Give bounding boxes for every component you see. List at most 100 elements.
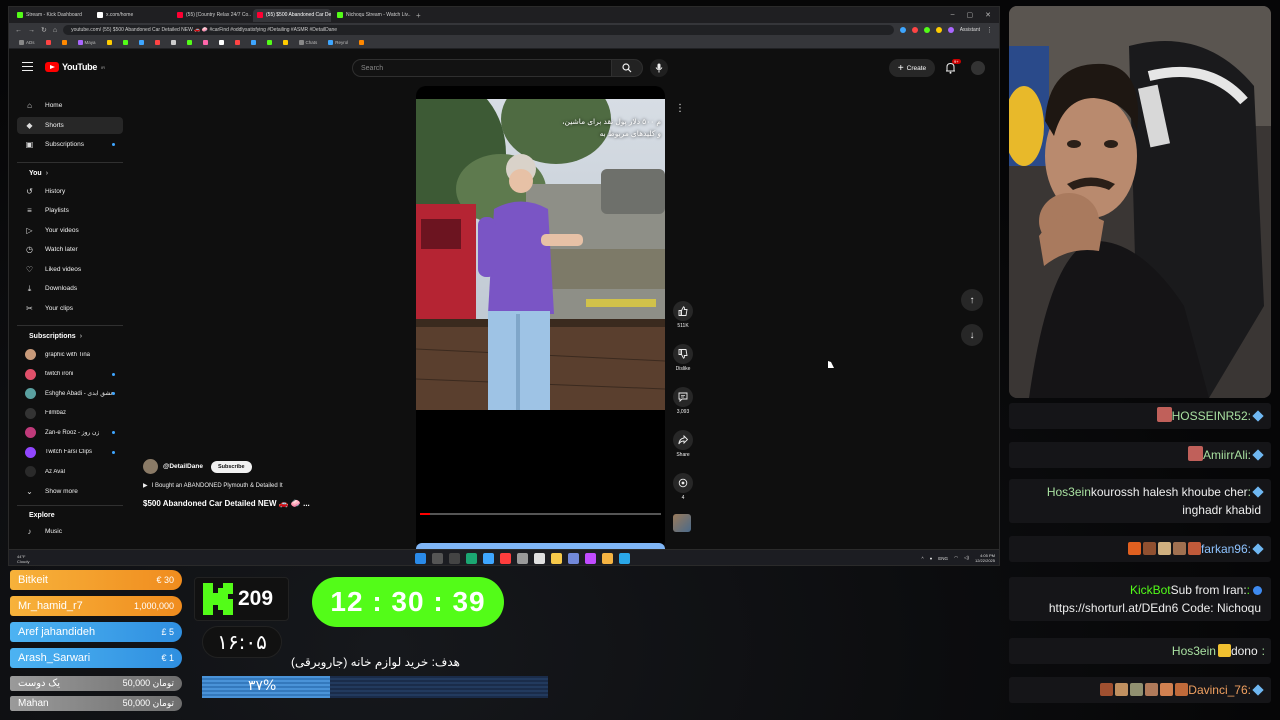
tray-chevron-icon[interactable]: ^: [921, 556, 923, 561]
sidebar-subscription[interactable]: Zan-e Rooz - زن روز: [17, 424, 123, 441]
sidebar-subscription[interactable]: twitch ironi: [17, 366, 123, 383]
sidebar-item-liked-videos[interactable]: ♡ Liked videos: [17, 261, 123, 278]
dislike-action[interactable]: Dislike: [671, 344, 695, 372]
app-icon[interactable]: [483, 553, 494, 564]
sidebar-item-watch-later[interactable]: ◷ Watch later: [17, 241, 123, 258]
youtube-logo[interactable]: YouTube IR: [45, 62, 105, 72]
sidebar-subscription[interactable]: Az Aval: [17, 463, 123, 480]
sidebar-subscription[interactable]: Filmbaz: [17, 405, 123, 422]
extension-icon[interactable]: [947, 27, 954, 33]
bookmark-item[interactable]: [122, 40, 128, 45]
more-options-icon[interactable]: ⋮: [675, 103, 685, 114]
chat-username[interactable]: :AmiirrAli: [1203, 448, 1251, 462]
share-action[interactable]: Share: [671, 430, 695, 458]
bookmark-item[interactable]: [61, 40, 67, 45]
sidebar-item-your-videos[interactable]: ▷ Your videos: [17, 222, 123, 239]
browser-tab[interactable]: Nichoqu Stream - Watch Liv...: [333, 9, 411, 22]
sidebar-item-home[interactable]: ⌂ Home: [17, 97, 123, 114]
bookmark-item[interactable]: [250, 40, 256, 45]
weather-widget[interactable]: 44°F Cloudy: [17, 554, 29, 564]
account-avatar[interactable]: [971, 61, 985, 75]
tray-app-icon[interactable]: ●: [930, 556, 933, 561]
bookmark-item[interactable]: [106, 40, 112, 45]
sidebar-item-shorts[interactable]: ◆ Shorts: [17, 116, 123, 134]
sidebar-subscription[interactable]: Twitch Farsi Clips: [17, 444, 123, 461]
share-button[interactable]: [673, 430, 693, 450]
search-input[interactable]: Search: [352, 59, 611, 77]
sidebar-subscription[interactable]: graphic with Tina: [17, 346, 123, 363]
chat-username[interactable]: :Davinci_76: [1188, 683, 1251, 697]
assistant-button[interactable]: Assistant: [960, 27, 980, 33]
create-button[interactable]: + Create: [889, 59, 935, 77]
folder-icon[interactable]: [602, 553, 613, 564]
remix-action[interactable]: 4: [671, 473, 695, 501]
comments-button[interactable]: [673, 387, 693, 407]
bookmark-item[interactable]: Reyrol: [328, 40, 348, 45]
channel-avatar[interactable]: [143, 459, 158, 474]
bookmark-item[interactable]: [154, 40, 160, 45]
bookmark-item[interactable]: [186, 40, 192, 45]
sidebar-you-heading[interactable]: You ›: [29, 170, 48, 177]
volume-icon[interactable]: ◁): [964, 555, 969, 561]
channel-handle[interactable]: @DetailDane: [163, 463, 203, 470]
sidebar-item-playlists[interactable]: ≡ Playlists: [17, 202, 123, 219]
like-button[interactable]: [673, 301, 693, 321]
subscribe-button[interactable]: Subscribe: [210, 460, 252, 473]
bookmark-item[interactable]: [266, 40, 272, 45]
discord-icon[interactable]: [568, 553, 579, 564]
home-icon[interactable]: ⌂: [53, 27, 57, 34]
chat-username[interactable]: :farkan96: [1201, 542, 1251, 556]
browser-tab[interactable]: (55) [Country Relax 24/7 Co...: [173, 9, 251, 22]
new-tab-button[interactable]: +: [416, 11, 421, 20]
app-icon[interactable]: [517, 553, 528, 564]
forward-icon[interactable]: →: [28, 27, 35, 34]
bookmark-item[interactable]: [282, 40, 288, 45]
sidebar-item-downloads[interactable]: ⤓ Downloads: [17, 280, 123, 297]
bookmark-item[interactable]: [218, 40, 224, 45]
sidebar-item-history[interactable]: ↺ History: [17, 183, 123, 200]
like-action[interactable]: 511K: [671, 301, 695, 329]
remix-button[interactable]: [673, 473, 693, 493]
voice-search-button[interactable]: [650, 59, 668, 77]
dislike-button[interactable]: [673, 344, 693, 364]
app-icon[interactable]: [534, 553, 545, 564]
browser-tab[interactable]: Stream - Kick Dashboard: [13, 9, 91, 22]
app-icon[interactable]: [449, 553, 460, 564]
sidebar-item-your-clips[interactable]: ✂ Your clips: [17, 300, 123, 317]
reload-icon[interactable]: ↻: [41, 26, 47, 34]
extension-icon[interactable]: [923, 27, 930, 33]
sidebar-item-music[interactable]: ♪ Music: [17, 523, 123, 540]
browser-tab[interactable]: x.com/home: [93, 9, 171, 22]
sidebar-subscriptions-heading[interactable]: Subscriptions ›: [29, 333, 82, 340]
sidebar-item-subscriptions[interactable]: ▣ Subscriptions: [17, 136, 123, 153]
extension-icon[interactable]: [899, 27, 906, 33]
show-more-button[interactable]: ⌄ Show more: [17, 483, 123, 500]
bookmark-item[interactable]: ADs: [19, 40, 35, 45]
app-icon[interactable]: [500, 553, 511, 564]
browser-menu-icon[interactable]: ⋮: [986, 26, 993, 34]
wifi-icon[interactable]: ◠: [954, 555, 958, 561]
app-icon[interactable]: [551, 553, 562, 564]
previous-short-button[interactable]: ↑: [961, 289, 983, 311]
app-icon[interactable]: [585, 553, 596, 564]
audio-track-thumbnail[interactable]: [673, 514, 691, 532]
back-icon[interactable]: ←: [15, 27, 22, 34]
url-field[interactable]: youtube.com/ (55) $500 Abandoned Car Det…: [63, 25, 894, 35]
bookmark-item[interactable]: [170, 40, 176, 45]
search-button[interactable]: [611, 59, 643, 77]
bookmark-item[interactable]: Chats: [298, 40, 317, 45]
minimize-icon[interactable]: –: [951, 11, 955, 19]
maximize-icon[interactable]: ▢: [967, 11, 974, 19]
language-indicator[interactable]: ENG: [938, 556, 948, 561]
chat-username[interactable]: :HOSSEINR52: [1172, 409, 1251, 423]
short-video-player[interactable]: م ۵۰۰ دلار پول نقد برای ماشین، و کلیدهای…: [416, 86, 665, 551]
start-icon[interactable]: [415, 553, 426, 564]
hamburger-menu-icon[interactable]: [22, 62, 33, 71]
extension-icon[interactable]: [935, 27, 942, 33]
taskbar-clock[interactable]: 4:05 PM 12/22/2025: [975, 553, 995, 563]
task-view-icon[interactable]: [432, 553, 443, 564]
bookmark-item[interactable]: [359, 40, 365, 45]
bookmark-item[interactable]: [202, 40, 208, 45]
edge-icon[interactable]: [466, 553, 477, 564]
close-icon[interactable]: ✕: [985, 11, 991, 19]
